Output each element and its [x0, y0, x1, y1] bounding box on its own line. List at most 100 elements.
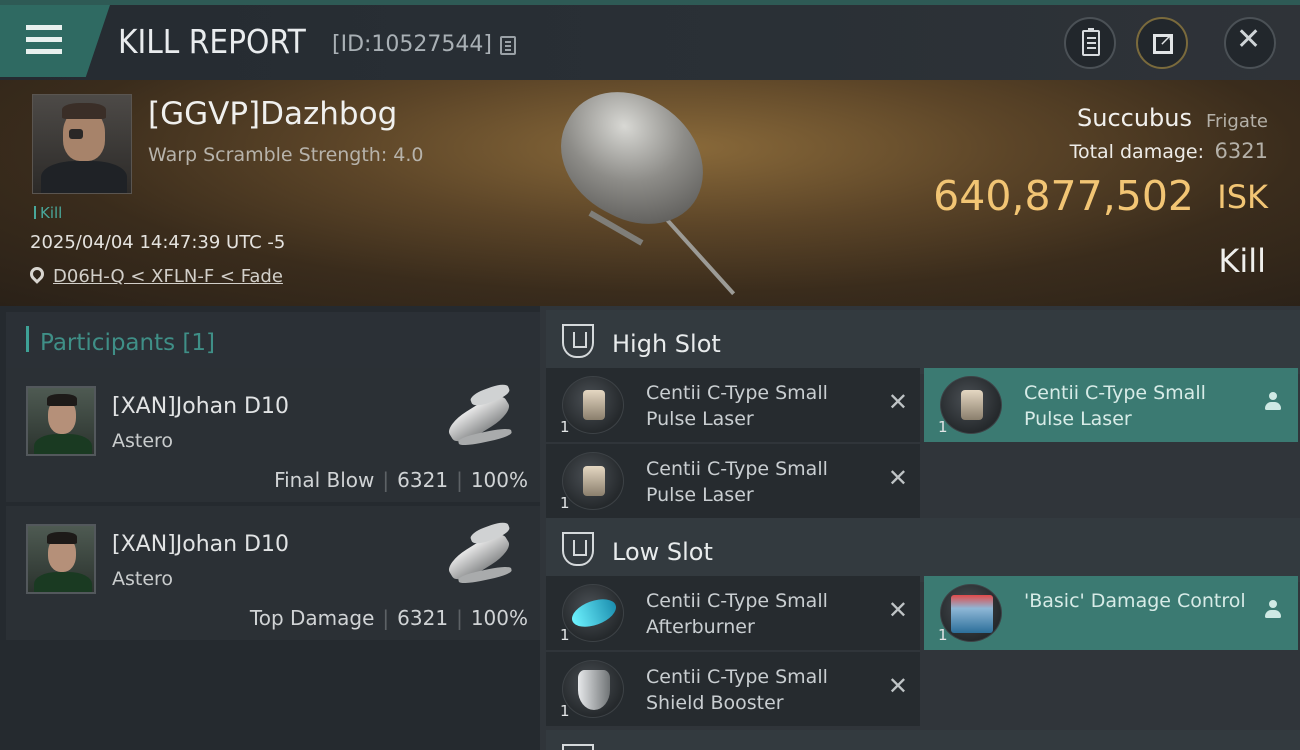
participant-ship: Astero — [112, 430, 174, 452]
module-item[interactable]: 1 Centii C-Type Small Afterburner ✕ — [546, 576, 920, 650]
mid-slot-header — [546, 730, 1300, 750]
close-icon: ✕ — [1236, 22, 1262, 57]
participant-role: Final Blow — [274, 468, 375, 492]
kill-mark — [34, 206, 36, 219]
high-slot-header: High Slot — [546, 310, 1300, 374]
person-icon — [1264, 600, 1282, 620]
icon-core — [568, 593, 620, 633]
victim-avatar[interactable] — [32, 94, 132, 194]
total-damage-value: 6321 — [1214, 139, 1268, 163]
kill-location-link[interactable]: D06H-Q < XFLN-F < Fade — [53, 266, 283, 287]
participant-ship-image[interactable] — [436, 376, 526, 460]
destroyed-icon: ✕ — [887, 464, 908, 492]
separator: | — [456, 468, 463, 492]
share-icon — [1153, 30, 1173, 54]
pulse-laser-icon — [562, 452, 624, 510]
participant-avatar[interactable] — [26, 524, 96, 594]
victim-ship-name: Succubus — [1077, 104, 1192, 132]
participant-row[interactable]: [XAN]Johan D10 Astero Final Blow | 6321 | 10… — [6, 368, 540, 502]
low-slot-header: Low Slot — [546, 518, 1300, 582]
clipboard-icon — [1082, 28, 1100, 56]
hamburger-icon — [26, 25, 62, 30]
low-slot-label: Low Slot — [612, 538, 713, 566]
separator: | — [382, 606, 390, 630]
module-item[interactable]: 1 Centii C-Type Small Pulse Laser — [924, 368, 1298, 442]
afterburner-icon — [562, 584, 624, 642]
victim-pilot-name[interactable]: [GGVP]Dazhbog — [148, 96, 397, 132]
isk-value: 640,877,502 — [933, 172, 1194, 220]
module-item[interactable]: 1 Centii C-Type Small Pulse Laser ✕ — [546, 444, 920, 518]
top-bar: KILL REPORT [ID:10527544] ✕ — [0, 0, 1300, 80]
module-name: Centii C-Type Small Shield Booster — [646, 666, 828, 714]
top-accent-line — [0, 0, 1300, 5]
module-quantity: 1 — [938, 418, 948, 436]
pulse-laser-icon — [562, 376, 624, 434]
person-head — [1269, 600, 1277, 608]
total-damage-label: Total damage: — [1069, 141, 1204, 163]
icon-core — [578, 670, 610, 710]
participant-row[interactable]: [XAN]Johan D10 Astero Top Damage | 6321 | 10… — [6, 506, 540, 640]
hamburger-icon-bar — [26, 49, 62, 54]
damage-control-icon — [940, 584, 1002, 642]
person-body — [1265, 402, 1281, 410]
kill-timestamp: 2025/04/04 14:47:39 UTC -5 — [30, 232, 286, 253]
header-accent — [26, 326, 29, 352]
module-name: Centii C-Type Small Pulse Laser — [1024, 382, 1206, 430]
avatar-eyepatch — [69, 129, 83, 139]
high-slot-label: High Slot — [612, 330, 721, 358]
victim-summary: [GGVP]Dazhbog Warp Scramble Strength: 4.… — [0, 69, 1300, 306]
page-title: KILL REPORT — [118, 22, 306, 61]
separator: | — [382, 468, 390, 492]
module-item[interactable]: 1 Centii C-Type Small Pulse Laser ✕ — [546, 368, 920, 442]
clipboard-button[interactable] — [1064, 17, 1116, 69]
participant-avatar[interactable] — [26, 386, 96, 456]
participant-damage: 6321 — [397, 606, 449, 630]
person-head — [1269, 392, 1277, 400]
victim-ship-class: Frigate — [1205, 111, 1268, 132]
avatar-body — [34, 572, 92, 592]
participants-title: Participants [1] — [40, 330, 215, 356]
module-name: Centii C-Type Small Pulse Laser — [646, 458, 828, 506]
avatar-body — [34, 434, 92, 454]
module-name: Centii C-Type Small Pulse Laser — [646, 382, 828, 430]
module-name: 'Basic' Damage Control — [1024, 590, 1246, 612]
participant-ship: Astero — [112, 568, 174, 590]
copy-icon[interactable] — [500, 36, 516, 55]
module-item[interactable]: 1 'Basic' Damage Control — [924, 576, 1298, 650]
destroyed-icon: ✕ — [887, 672, 908, 700]
share-button[interactable] — [1136, 17, 1188, 69]
avatar-hair — [47, 394, 77, 406]
module-quantity: 1 — [560, 494, 570, 512]
shield-booster-icon — [562, 660, 624, 718]
icon-core — [583, 390, 605, 420]
destroyed-icon: ✕ — [887, 596, 908, 624]
hamburger-icon-bar — [26, 37, 62, 42]
person-body — [1265, 610, 1281, 618]
kill-tag: Kill — [34, 204, 62, 222]
ship-spike — [658, 210, 736, 296]
participant-name: [XAN]Johan D10 — [112, 532, 289, 557]
report-id: [ID:10527544] — [332, 32, 492, 57]
module-quantity: 1 — [560, 702, 570, 720]
participant-role: Top Damage — [249, 606, 375, 630]
isk-unit: ISK — [1217, 178, 1268, 216]
high-slot-icon — [562, 324, 594, 358]
icon-core — [951, 595, 993, 633]
fitting-panel: High Slot 1 Centii C-Type Small Pulse La… — [540, 306, 1300, 750]
module-item[interactable]: 1 Centii C-Type Small Shield Booster ✕ — [546, 652, 920, 726]
warp-scramble-strength: Warp Scramble Strength: 4.0 — [148, 144, 424, 166]
avatar-hair — [47, 532, 77, 544]
participant-percent: 100% — [470, 468, 528, 492]
module-name: Centii C-Type Small Afterburner — [646, 590, 828, 638]
avatar-hair — [62, 103, 106, 119]
participant-ship-image[interactable] — [436, 514, 526, 598]
module-quantity: 1 — [938, 626, 948, 644]
kill-tag-label: Kill — [40, 204, 63, 222]
menu-button[interactable] — [0, 5, 110, 77]
avatar-body — [41, 161, 127, 193]
participant-damage: 6321 — [397, 468, 449, 492]
participants-panel: Participants [1] [XAN]Johan D10 Astero F… — [0, 306, 540, 750]
module-quantity: 1 — [560, 626, 570, 644]
destroyed-icon: ✕ — [887, 388, 908, 416]
close-button[interactable]: ✕ — [1224, 17, 1276, 69]
